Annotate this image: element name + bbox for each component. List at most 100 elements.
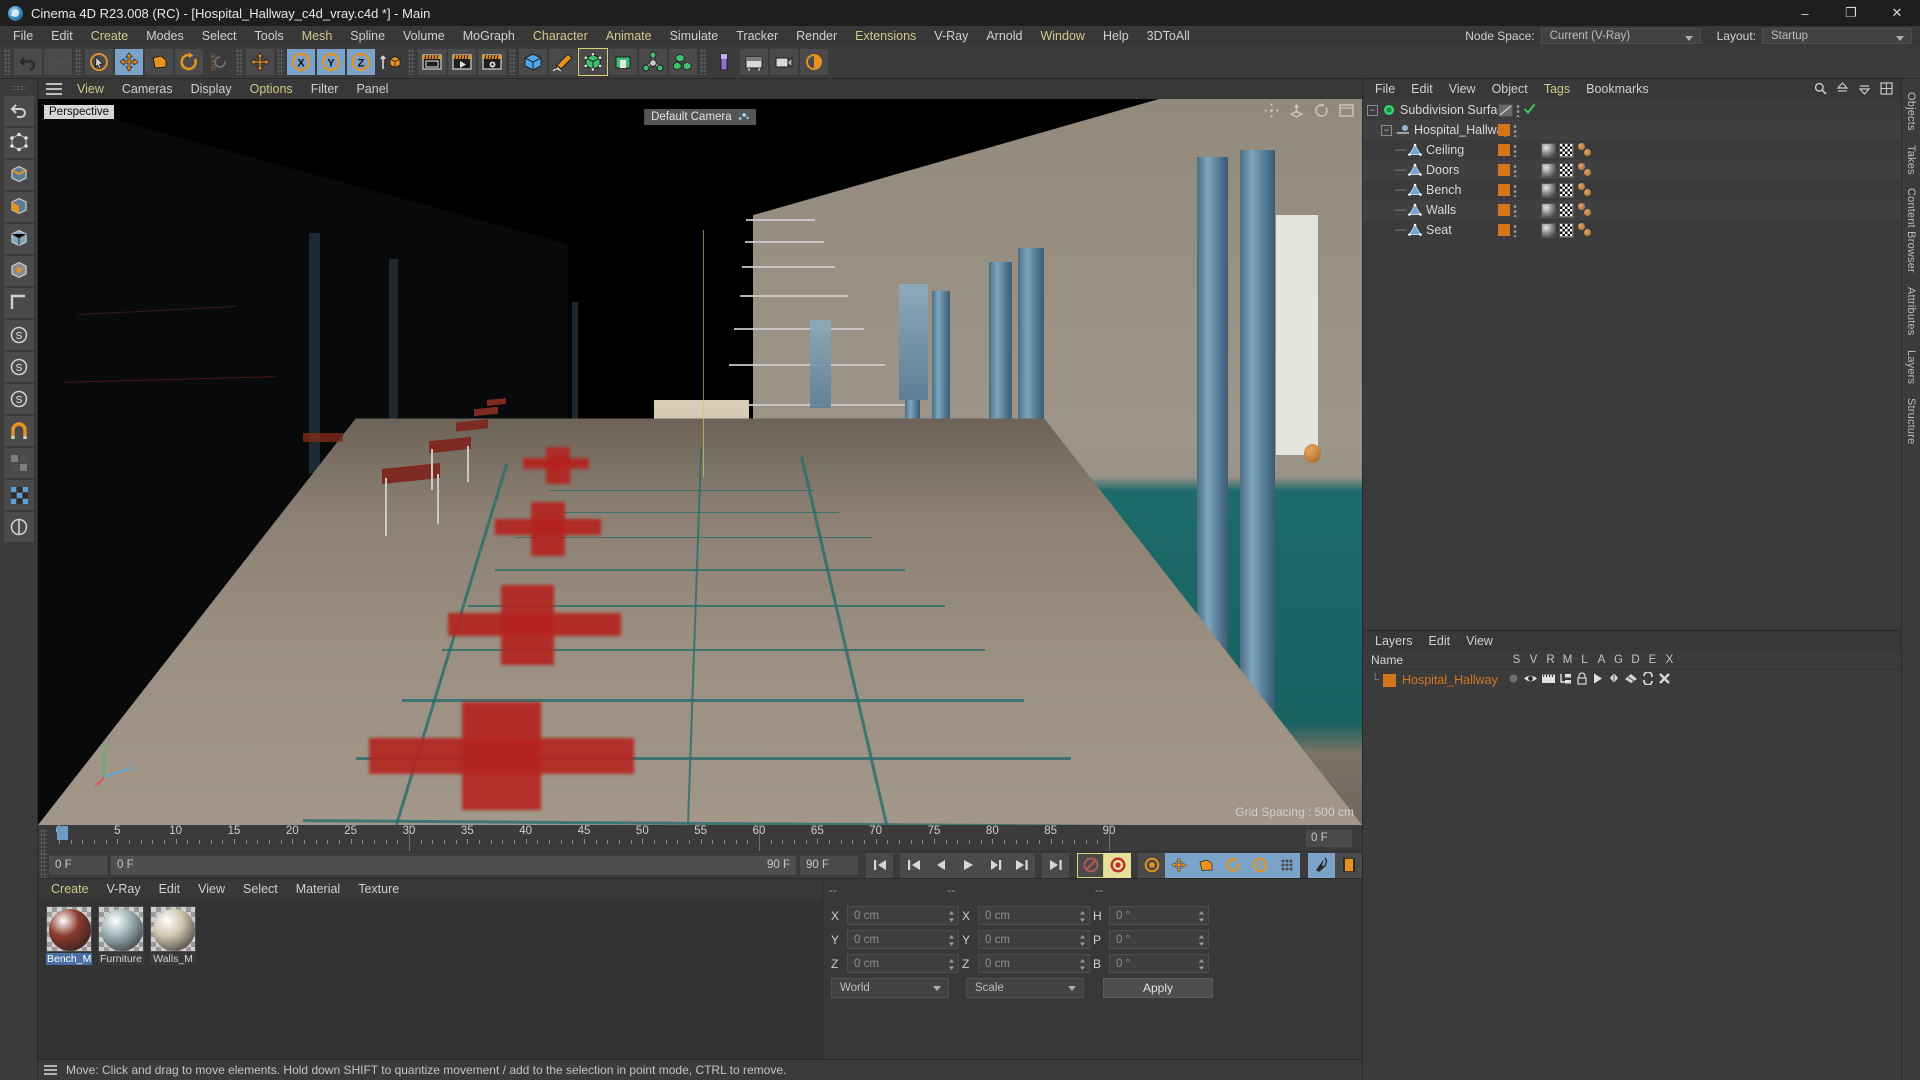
expand-collapse-toggle[interactable]: −	[1367, 104, 1378, 116]
menu-item-mograph[interactable]: MoGraph	[454, 26, 524, 46]
spinner-icon[interactable]	[1079, 934, 1086, 947]
array-generator-icon[interactable]	[608, 48, 638, 76]
rotate-icon[interactable]	[174, 48, 204, 76]
enabled-check-icon[interactable]	[1523, 102, 1536, 118]
maximize-viewport-icon[interactable]	[1339, 103, 1354, 118]
layer-expression-toggle[interactable]	[1641, 671, 1655, 688]
menu-item-simulate[interactable]: Simulate	[661, 26, 728, 46]
object-name[interactable]: Seat	[1426, 223, 1452, 237]
menu-item-window[interactable]: Window	[1031, 26, 1093, 46]
cube-primitive-icon[interactable]	[518, 48, 548, 76]
mograph-icon[interactable]	[668, 48, 698, 76]
coord-rotation-field[interactable]: 0 °	[1109, 930, 1209, 949]
edge-mode-icon[interactable]	[3, 160, 34, 190]
timeline-mode-icon[interactable]	[1335, 852, 1362, 878]
layer-menu-layers[interactable]: Layers	[1367, 631, 1421, 652]
layer-deformer-toggle[interactable]	[1624, 672, 1638, 688]
uv-tag[interactable]	[1559, 202, 1574, 218]
menu-item-edit[interactable]: Edit	[42, 26, 82, 46]
toolbar-grip-3[interactable]	[236, 49, 243, 75]
position-key-icon[interactable]	[1165, 852, 1192, 878]
menu-item-arnold[interactable]: Arnold	[977, 26, 1031, 46]
menu-item-spline[interactable]: Spline	[341, 26, 394, 46]
x-axis-icon[interactable]: X	[286, 48, 316, 76]
menu-item-modes[interactable]: Modes	[137, 26, 193, 46]
object-tree[interactable]: − Subdivision Surface − Hospital_Hallway — Ce…	[1363, 100, 1901, 240]
pla-key-icon[interactable]	[1273, 852, 1300, 878]
object-name[interactable]: Ceiling	[1426, 143, 1464, 157]
status-hamburger-icon[interactable]	[44, 1065, 57, 1075]
psr-icon[interactable]: PSR	[204, 48, 234, 76]
world-axis-icon[interactable]	[376, 48, 406, 76]
point-mode-icon[interactable]	[3, 128, 34, 158]
go-to-end-icon[interactable]	[1042, 852, 1069, 878]
toolbar-grip-5[interactable]	[408, 49, 415, 75]
layer-column-s[interactable]: S	[1508, 654, 1525, 666]
layer-color-tag[interactable]	[1498, 184, 1510, 196]
maximize-button[interactable]: ❐	[1828, 0, 1874, 26]
frame-ruler[interactable]: 051015202530354045505560657075808590	[56, 825, 1306, 851]
end-frame-field[interactable]: 90 F	[800, 855, 858, 875]
search-icon[interactable]	[1814, 82, 1827, 98]
object-name[interactable]: Walls	[1426, 203, 1456, 217]
dolly-icon[interactable]	[1289, 103, 1304, 118]
pen-spline-icon[interactable]	[548, 48, 578, 76]
coordinate-mode-select[interactable]: Scale	[966, 978, 1084, 998]
layout-select[interactable]: Startup	[1762, 28, 1912, 44]
rail-tab-takes[interactable]: Takes	[1905, 138, 1917, 182]
timeline-frame-field[interactable]: 0 F	[1306, 829, 1352, 847]
camera-icon[interactable]	[769, 48, 799, 76]
toolbar-grip-7[interactable]	[700, 49, 707, 75]
material-preview[interactable]	[98, 906, 144, 952]
polygon-mode-icon[interactable]	[3, 192, 34, 222]
dot-handle[interactable]	[1516, 103, 1520, 117]
layer-column-m[interactable]: M	[1559, 654, 1576, 666]
render-view-icon[interactable]	[417, 48, 447, 76]
material-tag[interactable]	[1541, 162, 1556, 178]
playhead[interactable]	[57, 826, 68, 840]
material-preview[interactable]	[46, 906, 92, 952]
layer-lock-toggle[interactable]	[1576, 672, 1588, 688]
coord-position-field[interactable]: 0 cm	[847, 930, 959, 949]
menu-item-tools[interactable]: Tools	[246, 26, 293, 46]
object-menu-view[interactable]: View	[1441, 79, 1484, 100]
dot-handle[interactable]	[1513, 163, 1517, 177]
coord-rotation-field[interactable]: 0 °	[1109, 906, 1209, 925]
layer-manager-empty-area[interactable]	[1363, 690, 1901, 1080]
layer-column-a[interactable]: A	[1593, 654, 1610, 666]
layer-column-l[interactable]: L	[1576, 654, 1593, 666]
object-row[interactable]: — Walls	[1363, 200, 1901, 220]
coord-position-field[interactable]: 0 cm	[847, 906, 959, 925]
menu-item-select[interactable]: Select	[193, 26, 246, 46]
object-name[interactable]: Subdivision Surface	[1400, 103, 1510, 117]
layer-column-x[interactable]: X	[1661, 654, 1678, 666]
toolbar-grip-4[interactable]	[277, 49, 284, 75]
move-icon[interactable]	[114, 48, 144, 76]
viewport-solo-icon[interactable]	[3, 448, 34, 478]
close-button[interactable]: ✕	[1874, 0, 1920, 26]
object-row[interactable]: — Bench	[1363, 180, 1901, 200]
spinner-icon[interactable]	[1079, 958, 1086, 971]
toolbar-grip-6[interactable]	[509, 49, 516, 75]
material-tag[interactable]	[1541, 202, 1556, 218]
autokeying-icon[interactable]	[1104, 852, 1131, 878]
material-tag[interactable]	[1541, 182, 1556, 198]
layer-color-tag[interactable]	[1498, 204, 1510, 216]
layer-animation-toggle[interactable]	[1591, 672, 1604, 688]
layer-column-e[interactable]: E	[1644, 654, 1661, 666]
material-swatch[interactable]: Walls_M	[150, 906, 196, 965]
vray-tag[interactable]	[1577, 162, 1593, 178]
material-menu-texture[interactable]: Texture	[349, 879, 408, 900]
menu-item-render[interactable]: Render	[787, 26, 846, 46]
dot-handle[interactable]	[1513, 123, 1517, 137]
menu-item-help[interactable]: Help	[1094, 26, 1138, 46]
magnet-icon[interactable]	[3, 416, 34, 446]
animation-mode-icon[interactable]	[1308, 852, 1335, 878]
rail-tab-content-browser[interactable]: Content Browser	[1905, 181, 1917, 280]
param-key-icon[interactable]: P	[1246, 852, 1273, 878]
scale-key-icon[interactable]	[1192, 852, 1219, 878]
expand-all-icon[interactable]	[1836, 81, 1849, 98]
spinner-icon[interactable]	[1198, 958, 1205, 971]
viewport-menu-display[interactable]: Display	[182, 79, 241, 99]
uv-tag[interactable]	[1559, 162, 1574, 178]
